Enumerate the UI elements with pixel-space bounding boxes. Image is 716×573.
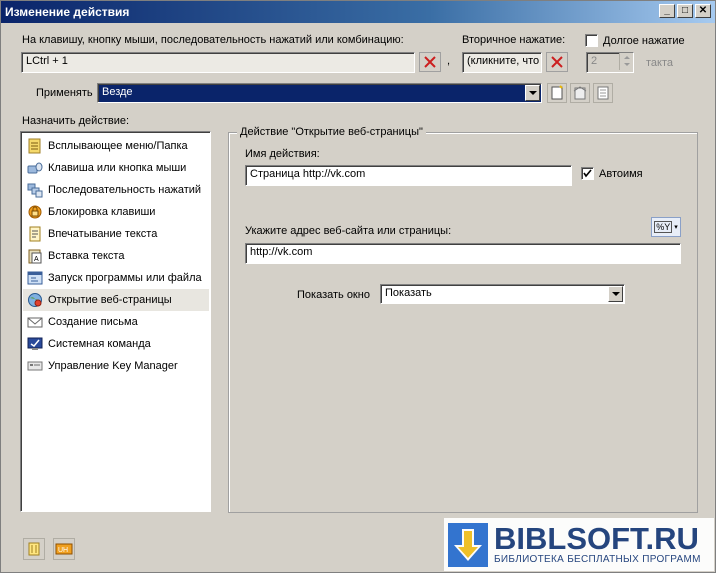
keyboard-icon: UH [55, 543, 73, 555]
minimize-button[interactable]: _ [659, 4, 675, 18]
list-item[interactable]: Блокировка клавиши [23, 201, 209, 223]
apply-dropdown[interactable]: Везде [97, 83, 542, 103]
watermark-subtitle: БИБЛИОТЕКА БЕСПЛАТНЫХ ПРОГРАММ [494, 554, 701, 565]
edit-scope-button[interactable] [570, 83, 590, 103]
system-command-icon [27, 337, 43, 350]
edit-document-icon [573, 86, 587, 100]
list-item[interactable]: Клавиша или кнопка мыши [23, 157, 209, 179]
comma-separator: , [447, 55, 451, 67]
spinner-arrows[interactable] [619, 53, 633, 70]
hotkey-field[interactable]: LCtrl + 1 [21, 52, 415, 73]
secondary-press-label: Вторичное нажатие: [462, 34, 566, 46]
action-type-list[interactable]: Всплывающее меню/Папка Клавиша или кнопк… [20, 131, 211, 512]
window-title: Изменение действия [5, 5, 130, 19]
list-item-label: Системная команда [48, 338, 151, 350]
secondary-press-field[interactable]: (кликните, что [462, 52, 542, 73]
chevron-down-icon [528, 91, 537, 95]
spin-down-icon[interactable] [621, 61, 633, 69]
list-item[interactable]: Всплывающее меню/Папка [23, 135, 209, 157]
options-button[interactable]: UH [53, 538, 75, 560]
list-item[interactable]: Управление Key Manager [23, 355, 209, 377]
show-window-dropdown-arrow[interactable] [608, 286, 623, 302]
download-arrow-icon [448, 522, 488, 567]
long-press-checkbox[interactable] [585, 34, 598, 47]
taps-unit-label: такта [646, 57, 674, 69]
paste-text-icon: A [28, 249, 42, 264]
maximize-button[interactable]: □ [677, 4, 693, 18]
list-item-label: Последовательность нажатий [48, 184, 202, 196]
list-item-label: Впечатывание текста [48, 228, 158, 240]
list-item-label: Управление Key Manager [48, 360, 178, 372]
mail-icon [27, 317, 43, 328]
popup-menu-icon [28, 138, 41, 154]
lock-icon [28, 205, 42, 219]
watermark: BIBLSOFT.RU БИБЛИОТЕКА БЕСПЛАТНЫХ ПРОГРА… [444, 518, 714, 571]
globe-icon [28, 293, 42, 307]
list-item-label: Открытие веб-страницы [48, 294, 172, 306]
document-list-icon [597, 86, 609, 100]
list-item-label: Блокировка клавиши [48, 206, 156, 218]
autoname-checkbox[interactable] [581, 167, 594, 180]
watermark-title: BIBLSOFT.RU [494, 521, 699, 556]
action-groupbox [228, 132, 698, 513]
clear-secondary-button[interactable] [546, 52, 568, 72]
action-group-title: Действие "Открытие веб-страницы" [237, 126, 426, 138]
list-item[interactable]: A Вставка текста [23, 245, 209, 267]
list-item-label: Клавиша или кнопка мыши [48, 162, 187, 174]
clear-icon [551, 56, 563, 68]
list-item-label: Всплывающее меню/Папка [48, 140, 188, 152]
svg-text:A: A [34, 256, 39, 263]
taps-value: 2 [591, 55, 598, 67]
long-press-label: Долгое нажатие [603, 35, 685, 47]
clear-icon [424, 56, 436, 68]
variable-label: %Y [654, 221, 673, 233]
apply-label: Применять [36, 87, 93, 99]
list-item[interactable]: Впечатывание текста [23, 223, 209, 245]
checkmark-icon [583, 169, 592, 178]
list-item-label: Создание письма [48, 316, 138, 328]
view-scope-button[interactable] [593, 83, 613, 103]
list-item-label: Запуск программы или файла [48, 272, 202, 284]
key-sequence-icon [27, 183, 43, 198]
taps-spinner[interactable]: 2 [586, 52, 634, 73]
type-text-icon [29, 226, 41, 242]
svg-text:UH: UH [58, 547, 68, 554]
hotkey-label: На клавишу, кнопку мыши, последовательно… [22, 34, 404, 46]
chevron-down-icon [611, 292, 620, 296]
apply-dropdown-arrow[interactable] [525, 85, 540, 101]
assign-action-label: Назначить действие: [22, 115, 130, 127]
show-window-value: Показать [385, 287, 432, 299]
notes-icon [28, 542, 40, 556]
new-scope-button[interactable] [547, 83, 567, 103]
list-item[interactable]: Последовательность нажатий [23, 179, 209, 201]
list-item-selected[interactable]: Открытие веб-страницы [23, 289, 209, 311]
list-item-label: Вставка текста [48, 250, 125, 262]
list-item[interactable]: Запуск программы или файла [23, 267, 209, 289]
close-button[interactable]: ✕ [695, 4, 711, 18]
list-item[interactable]: Системная команда [23, 333, 209, 355]
title-bar[interactable]: Изменение действия _ □ ✕ [1, 1, 715, 23]
help-button[interactable] [23, 538, 45, 560]
autoname-label: Автоимя [599, 168, 643, 180]
clear-hotkey-button[interactable] [419, 52, 441, 72]
list-item[interactable]: Создание письма [23, 311, 209, 333]
new-document-icon [551, 85, 563, 100]
key-manager-icon [27, 361, 43, 371]
show-window-dropdown[interactable]: Показать [380, 284, 625, 304]
url-input[interactable]: http://vk.com [245, 243, 681, 264]
run-program-icon [27, 271, 43, 285]
action-name-input[interactable]: Страница http://vk.com [245, 165, 572, 186]
chevron-down-icon: ▾ [674, 224, 678, 231]
action-name-label: Имя действия: [245, 148, 320, 160]
dialog-window: Изменение действия _ □ ✕ На клавишу, кно… [0, 0, 716, 573]
show-window-label: Показать окно [297, 289, 370, 301]
apply-value: Везде [102, 86, 133, 98]
url-label: Укажите адрес веб-сайта или страницы: [245, 225, 452, 237]
insert-variable-button[interactable]: %Y ▾ [651, 217, 681, 237]
spin-up-icon[interactable] [621, 53, 633, 61]
window-controls: _ □ ✕ [659, 4, 711, 18]
key-mouse-icon [27, 162, 43, 174]
